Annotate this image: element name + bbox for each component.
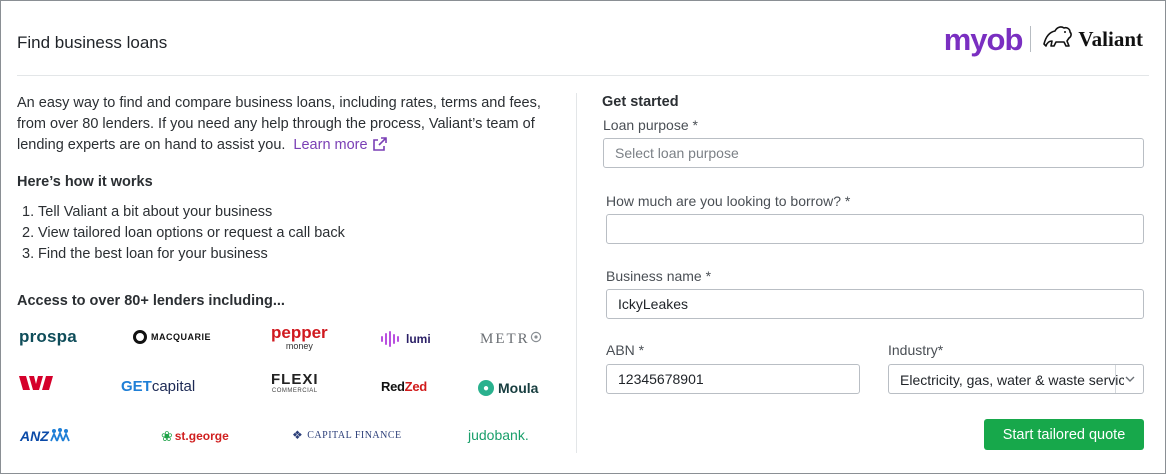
lender-logo-subtext: COMMERCIAL — [271, 388, 318, 394]
step-text: Tell Valiant a bit about your business — [38, 204, 273, 220]
intro-section: An easy way to find and compare business… — [17, 93, 562, 309]
step-number: 1. — [22, 204, 35, 220]
brand-logos: myob Valiant — [944, 19, 1143, 59]
form-title: Get started — [602, 94, 679, 110]
industry-select[interactable]: Electricity, gas, water & waste services — [888, 364, 1144, 394]
how-it-works-title: Here’s how it works — [17, 174, 153, 190]
lender-logo-redzed: Red Zed — [381, 372, 427, 400]
soundwave-icon — [381, 331, 401, 347]
dragon-icon: ❀ — [161, 427, 173, 444]
valiant-logo-text: Valiant — [1078, 26, 1143, 51]
lender-logo-text: CAPITAL FINANCE — [307, 429, 402, 441]
lender-logo-pepper: pepper money — [271, 324, 328, 352]
lender-logo-metro: METR — [480, 325, 542, 353]
lender-logo-text: MACQUARIE — [151, 332, 211, 342]
lion-icon — [1041, 24, 1075, 55]
myob-logo: myob — [943, 21, 1024, 57]
start-tailored-quote-button[interactable]: Start tailored quote — [984, 419, 1144, 450]
metro-o-icon — [530, 331, 542, 348]
chevron-down-icon[interactable] — [1115, 365, 1143, 393]
page-frame: Find business loans myob Valiant An easy… — [0, 0, 1166, 474]
borrow-amount-input[interactable] — [606, 214, 1144, 244]
lender-logo-text: st.george — [174, 429, 229, 443]
step-item: 1. Tell Valiant a bit about your business — [22, 202, 562, 223]
lender-logo-text: Zed — [404, 378, 428, 394]
intro-text: An easy way to find and compare business… — [17, 95, 541, 153]
external-link-icon — [368, 137, 388, 153]
lender-logo-moula: ● Moula — [478, 374, 538, 402]
abn-label: ABN * — [606, 342, 645, 358]
business-name-label: Business name * — [606, 268, 712, 284]
lender-logo-subtext: money — [285, 341, 313, 351]
lender-logo-capital-finance: ❖ CAPITAL FINANCE — [292, 421, 402, 449]
learn-more-label: Learn more — [293, 137, 368, 153]
lender-logo-text: Red — [381, 378, 405, 394]
step-item: 2. View tailored loan options or request … — [22, 223, 562, 244]
column-divider — [576, 93, 577, 453]
lenders-title: Access to over 80+ lenders including... — [17, 293, 285, 309]
lender-logo-text: FLEXI — [271, 371, 319, 388]
valiant-logo: Valiant — [1041, 24, 1143, 55]
step-text: View tailored loan options or request a … — [38, 225, 345, 241]
intro-paragraph: An easy way to find and compare business… — [17, 93, 562, 156]
lender-logo-text: judobank. — [468, 427, 529, 443]
anz-people-icon — [49, 427, 71, 446]
macquarie-mark-icon — [133, 330, 147, 344]
business-name-input[interactable] — [606, 289, 1144, 319]
borrow-amount-label: How much are you looking to borrow? * — [606, 193, 851, 209]
lender-logo-flexi: FLEXI COMMERCIAL — [271, 372, 319, 400]
lender-logo-judobank: judobank. — [468, 421, 529, 449]
lender-logo-lumi: lumi — [381, 325, 431, 353]
lender-logo-text: METR — [480, 330, 530, 347]
loan-purpose-label: Loan purpose * — [603, 117, 698, 133]
lender-logo-prospa: prospa — [19, 323, 77, 351]
industry-select-value: Electricity, gas, water & waste services — [900, 372, 1124, 388]
lender-logo-text: prospa — [19, 327, 77, 346]
step-item: 3. Find the best loan for your business — [22, 244, 562, 265]
loan-purpose-select[interactable] — [603, 138, 1144, 168]
lender-logo-macquarie: MACQUARIE — [133, 323, 211, 351]
lender-logo-westpac — [19, 371, 53, 399]
lender-logo-anz: ANZ — [20, 422, 71, 450]
diamond-icon: ❖ — [292, 427, 304, 442]
lender-logo-text: ANZ — [20, 428, 49, 444]
myob-logo-text: myob — [943, 21, 1024, 57]
brand-divider — [1030, 26, 1032, 52]
learn-more-link[interactable]: Learn more — [293, 137, 387, 153]
steps-list: 1. Tell Valiant a bit about your business… — [17, 202, 562, 265]
lender-logo-text: pepper — [271, 323, 328, 342]
lender-logo-text: capital — [151, 377, 196, 395]
lender-logo-getcapital: GET capital — [121, 372, 195, 400]
industry-label: Industry* — [888, 342, 944, 358]
lender-logo-text: lumi — [406, 332, 431, 346]
page-header: Find business loans myob Valiant — [17, 19, 1149, 67]
westpac-mark-icon — [19, 375, 53, 396]
header-divider — [17, 75, 1149, 76]
lender-logo-stgeorge: ❀ st.george — [161, 422, 229, 450]
lender-logo-text: GET — [121, 377, 152, 395]
step-number: 2. — [22, 225, 35, 241]
page-title: Find business loans — [17, 33, 168, 52]
step-text: Find the best loan for your business — [38, 246, 268, 262]
lender-logo-text: Moula — [498, 380, 539, 396]
step-number: 3. — [22, 246, 35, 262]
moula-badge-icon: ● — [478, 380, 494, 396]
abn-input[interactable] — [606, 364, 860, 394]
